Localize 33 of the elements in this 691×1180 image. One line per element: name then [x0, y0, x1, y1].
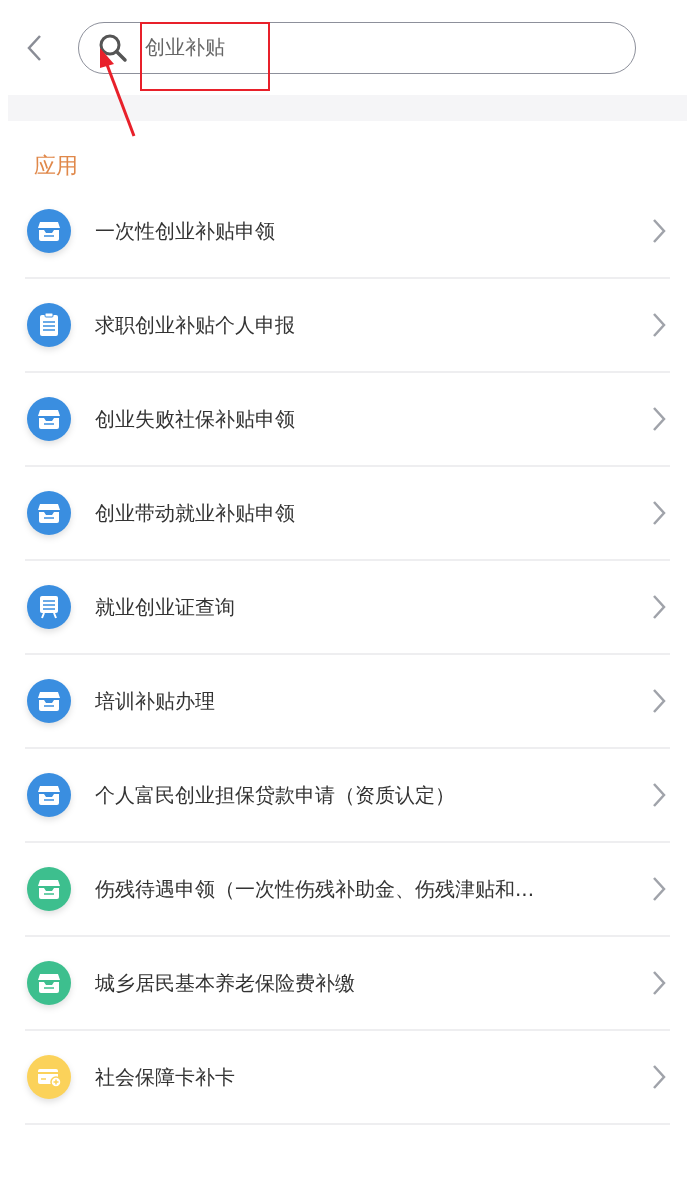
- search-icon: [98, 32, 128, 63]
- section-title: 应用: [33, 152, 79, 180]
- item-label: 求职创业补贴个人申报: [95, 311, 296, 339]
- chevron-icon: [652, 594, 666, 620]
- chevron-icon: [652, 688, 666, 714]
- list-item[interactable]: 伤残待遇申领（一次性伤残补助金、伤残津贴和...: [25, 843, 670, 937]
- list-item[interactable]: 培训补贴办理: [25, 655, 670, 749]
- list-item[interactable]: 社会保障卡补卡: [25, 1031, 670, 1125]
- item-label: 个人富民创业担保贷款申请（资质认定）: [95, 781, 456, 809]
- item-label: 培训补贴办理: [95, 687, 216, 715]
- chevron-icon: [652, 500, 666, 526]
- item-label: 就业创业证查询: [95, 593, 236, 621]
- chevron-icon: [652, 876, 666, 902]
- chevron-icon: [652, 782, 666, 808]
- list-item[interactable]: 一次性创业补贴申领: [25, 185, 670, 279]
- item-label: 一次性创业补贴申领: [95, 217, 276, 245]
- search-field[interactable]: 创业补贴: [78, 21, 636, 74]
- list-item[interactable]: 创业失败社保补贴申领: [25, 373, 670, 467]
- chevron-icon: [652, 1064, 666, 1090]
- chevron-icon: [652, 218, 666, 244]
- list-item[interactable]: 创业带动就业补贴申领: [25, 467, 670, 561]
- item-label: 城乡居民基本养老保险费补缴: [95, 969, 356, 997]
- list-item[interactable]: 求职创业补贴个人申报: [25, 279, 670, 373]
- chevron-icon: [652, 406, 666, 432]
- chevron-icon: [652, 312, 666, 338]
- list-item[interactable]: 个人富民创业担保贷款申请（资质认定）: [25, 749, 670, 843]
- item-label: 社会保障卡补卡: [95, 1063, 236, 1091]
- list-item[interactable]: 城乡居民基本养老保险费补缴: [25, 937, 670, 1031]
- chevron-icon: [652, 970, 666, 996]
- item-label: 创业失败社保补贴申领: [95, 405, 296, 433]
- item-label: 伤残待遇申领（一次性伤残补助金、伤残津贴和...: [95, 875, 536, 903]
- list-item[interactable]: 就业创业证查询: [25, 561, 670, 655]
- item-label: 创业带动就业补贴申领: [95, 499, 296, 527]
